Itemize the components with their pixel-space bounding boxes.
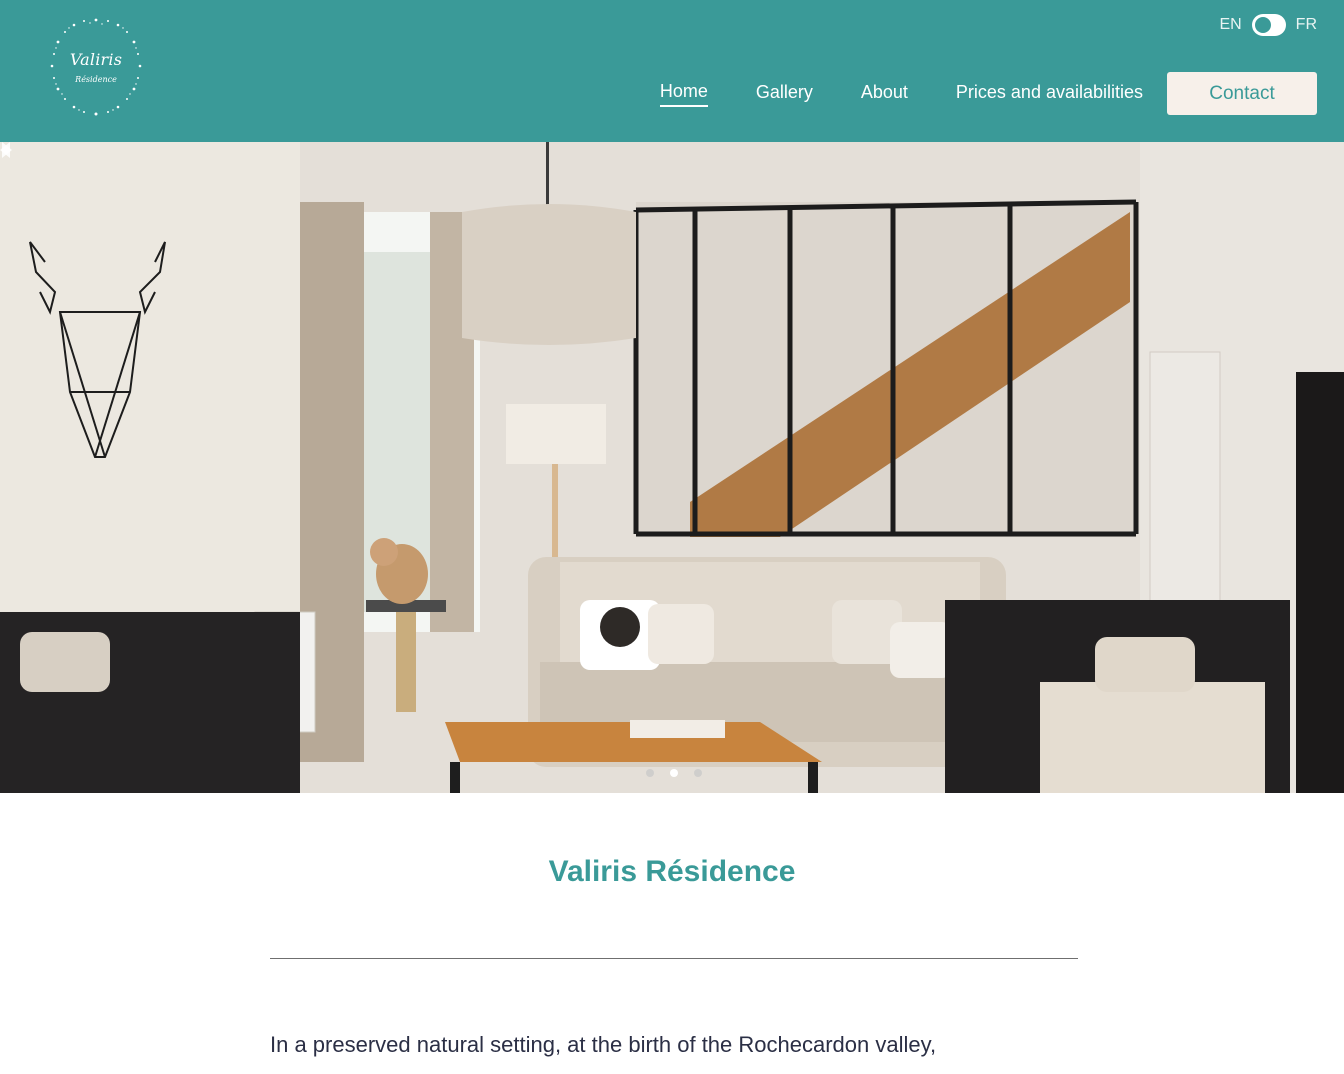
nav-about[interactable]: About	[861, 82, 908, 106]
logo-subtitle: Résidence	[75, 75, 117, 84]
nav-home[interactable]: Home	[659, 81, 708, 107]
slider-dot-2[interactable]	[670, 769, 678, 777]
hero-slider	[0, 142, 1344, 793]
slider-dot-3[interactable]	[694, 769, 702, 777]
logo-title: Valiris	[69, 50, 123, 69]
intro-paragraph: In a preserved natural setting, at the b…	[270, 1032, 937, 1057]
site-header: Valiris Résidence EN FR Home Gallery Abo…	[0, 0, 1344, 142]
slider-dots	[646, 769, 702, 777]
slider-dot-1[interactable]	[646, 769, 654, 777]
slider-next-icon[interactable]	[0, 142, 12, 158]
contact-button[interactable]: Contact	[1167, 72, 1317, 115]
toggle-knob	[1254, 17, 1271, 33]
nav-prices-availabilities[interactable]: Prices and availabilities	[956, 82, 1143, 106]
page-title: Valiris Résidence	[548, 855, 796, 888]
language-toggle[interactable]	[1251, 14, 1286, 36]
language-switcher: EN FR	[1219, 14, 1317, 36]
site-logo[interactable]: Valiris Résidence	[46, 14, 146, 120]
main-nav: Home Gallery About Prices and availabili…	[659, 72, 1317, 115]
language-fr-label[interactable]: FR	[1296, 16, 1317, 34]
language-en-label[interactable]: EN	[1219, 16, 1241, 34]
section-divider	[270, 958, 1078, 959]
living-room-image	[0, 142, 1344, 793]
nav-gallery[interactable]: Gallery	[756, 82, 813, 106]
